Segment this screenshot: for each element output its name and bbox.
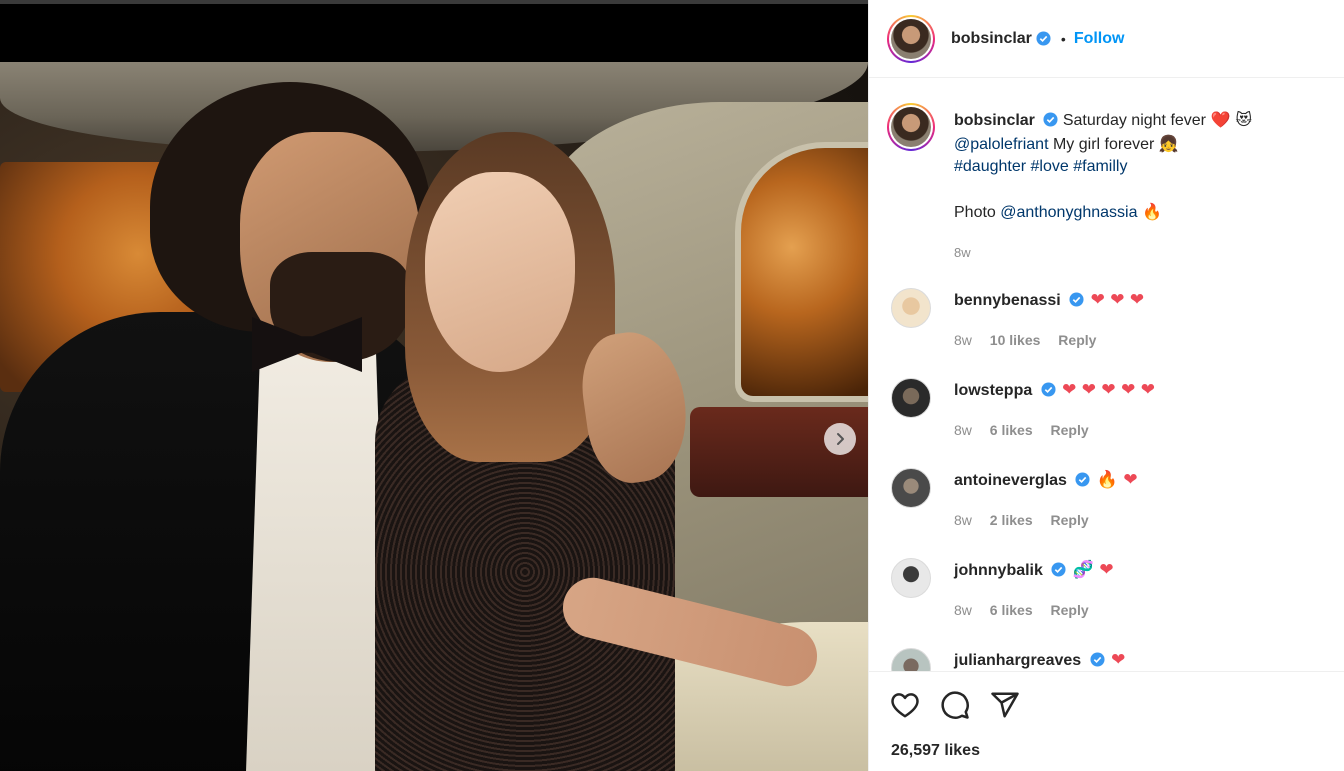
comment-username[interactable]: bennybenassi <box>954 292 1061 309</box>
comment-likes[interactable]: 6 likes <box>990 602 1033 618</box>
header-separator: • <box>1060 30 1066 47</box>
post-media <box>0 0 868 771</box>
commenter-avatar[interactable] <box>891 288 931 328</box>
comments-list[interactable]: bobsinclar Saturday night fever ❤️ 😻 @pa… <box>869 79 1344 671</box>
hashtag-daughter[interactable]: #daughter <box>954 158 1026 175</box>
comment-text: 🧬 ❤ <box>1072 560 1114 580</box>
share-icon[interactable] <box>990 690 1020 720</box>
comment-item: bennybenassi ❤ ❤ ❤ 8w 10 likes Reply <box>891 288 1331 351</box>
next-photo-button[interactable] <box>824 423 856 455</box>
author-avatar[interactable] <box>887 14 935 63</box>
comment-item: julianhargreaves ❤ <box>891 648 1331 671</box>
caption-line2-emoji: 👧 <box>1158 133 1179 153</box>
post-header: bobsinclar • Follow <box>869 0 1344 78</box>
commenter-avatar[interactable] <box>891 558 931 598</box>
verified-badge-icon <box>1075 472 1090 487</box>
woman-face <box>425 172 575 372</box>
caption-mention[interactable]: @palolefriant <box>954 136 1049 153</box>
comment-text: ❤ ❤ ❤ <box>1090 290 1145 310</box>
comment-username[interactable]: johnnybalik <box>954 562 1043 579</box>
chevron-right-icon <box>837 433 844 445</box>
comment-timestamp[interactable]: 8w <box>954 422 972 438</box>
comment-username[interactable]: antoineverglas <box>954 472 1067 489</box>
verified-badge-icon <box>1041 382 1056 397</box>
comment-likes[interactable]: 10 likes <box>990 332 1041 348</box>
caption-line1: Saturday night fever <box>1062 112 1207 129</box>
post-caption: bobsinclar Saturday night fever ❤️ 😻 @pa… <box>887 103 1327 264</box>
reply-button[interactable]: Reply <box>1051 422 1089 438</box>
comment-timestamp[interactable]: 8w <box>954 332 972 348</box>
heart-icon[interactable] <box>890 690 920 720</box>
comment-item: antoineverglas 🔥 ❤ 8w 2 likes Reply <box>891 468 1331 531</box>
comment-timestamp[interactable]: 8w <box>954 512 972 528</box>
hashtag-familly[interactable]: #familly <box>1073 158 1127 175</box>
photo-credit-label: Photo <box>954 204 996 221</box>
car-window-right <box>735 142 868 402</box>
verified-badge-icon <box>1043 112 1058 127</box>
comment-likes[interactable]: 2 likes <box>990 512 1033 528</box>
comment-username[interactable]: lowsteppa <box>954 382 1032 399</box>
caption-line1-emojis: ❤️ 😻 <box>1210 110 1253 129</box>
post-photo[interactable] <box>0 62 868 771</box>
commenter-avatar[interactable] <box>891 468 931 508</box>
likes-count[interactable]: 26,597 likes <box>891 742 980 760</box>
verified-badge-icon <box>1036 31 1051 46</box>
commenter-avatar[interactable] <box>891 648 931 671</box>
comment-timestamp[interactable]: 8w <box>954 602 972 618</box>
caption-line2: My girl forever <box>1052 135 1155 153</box>
post-side-panel: bobsinclar • Follow bobsinclar Saturday … <box>868 0 1344 771</box>
comment-likes[interactable]: 6 likes <box>990 422 1033 438</box>
caption-timestamp[interactable]: 8w <box>954 242 1327 265</box>
comment-text: 🔥 ❤ <box>1096 470 1138 490</box>
verified-badge-icon <box>1069 292 1084 307</box>
hashtag-love[interactable]: #love <box>1031 158 1069 175</box>
reply-button[interactable]: Reply <box>1058 332 1096 348</box>
comment-item: lowsteppa ❤ ❤ ❤ ❤ ❤ 8w 6 likes Reply <box>891 378 1331 441</box>
commenter-avatar[interactable] <box>891 378 931 418</box>
comment-username[interactable]: julianhargreaves <box>954 652 1081 669</box>
verified-badge-icon <box>1090 652 1105 667</box>
author-username[interactable]: bobsinclar <box>951 30 1032 48</box>
top-strip <box>0 0 868 4</box>
verified-badge-icon <box>1051 562 1066 577</box>
photo-credit-emoji: 🔥 <box>1141 202 1162 221</box>
comment-item: johnnybalik 🧬 ❤ 8w 6 likes Reply <box>891 558 1331 621</box>
comment-text: ❤ ❤ ❤ ❤ ❤ <box>1062 380 1155 400</box>
caption-username[interactable]: bobsinclar <box>954 112 1035 129</box>
reply-button[interactable]: Reply <box>1051 602 1089 618</box>
reply-button[interactable]: Reply <box>1051 512 1089 528</box>
post-actions: 26,597 likes <box>869 671 1344 771</box>
caption-avatar[interactable] <box>887 103 935 151</box>
comment-text: ❤ <box>1111 650 1126 670</box>
follow-button[interactable]: Follow <box>1074 30 1125 48</box>
comment-icon[interactable] <box>940 690 970 720</box>
photo-credit-mention[interactable]: @anthonyghnassia <box>1000 204 1137 221</box>
